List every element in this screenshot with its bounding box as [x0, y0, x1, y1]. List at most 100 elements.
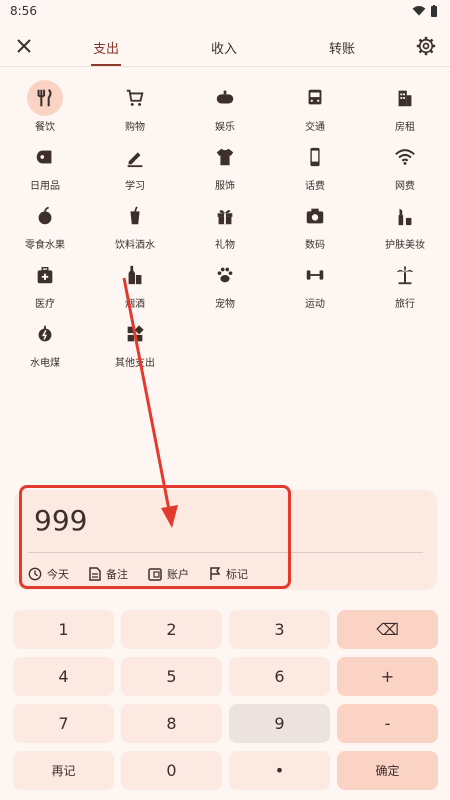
category-item[interactable]: 娱乐 — [180, 80, 270, 133]
decimal-point-button[interactable]: • — [229, 751, 330, 790]
shopping-cart-icon — [117, 80, 153, 116]
settings-button[interactable] — [414, 34, 438, 58]
category-label: 餐饮 — [35, 122, 55, 133]
backspace-button[interactable]: ⌫ — [337, 610, 438, 649]
category-item[interactable]: 旅行 — [360, 257, 450, 310]
tab-transfer[interactable]: 转账 — [312, 38, 372, 57]
category-label: 娱乐 — [215, 122, 235, 133]
key-9[interactable]: 9 — [229, 704, 330, 743]
category-item[interactable]: 饮料酒水 — [90, 198, 180, 251]
category-item[interactable]: 学习 — [90, 139, 180, 192]
amount-display[interactable]: 999 — [34, 504, 87, 537]
status-time: 8:56 — [10, 4, 37, 18]
close-button[interactable] — [12, 34, 36, 58]
date-button[interactable]: 今天 — [28, 566, 69, 582]
bus-icon — [297, 80, 333, 116]
category-item[interactable]: 礼物 — [180, 198, 270, 251]
tshirt-icon — [207, 139, 243, 175]
category-item[interactable]: 交通 — [270, 80, 360, 133]
category-label: 饮料酒水 — [115, 240, 155, 251]
category-label: 数码 — [305, 240, 325, 251]
key-1[interactable]: 1 — [13, 610, 114, 649]
category-item[interactable]: 零食水果 — [0, 198, 90, 251]
utility-icon — [27, 316, 63, 352]
category-label: 零食水果 — [25, 240, 65, 251]
backspace-icon: ⌫ — [376, 620, 399, 639]
key-6[interactable]: 6 — [229, 657, 330, 696]
gift-icon — [207, 198, 243, 234]
category-item[interactable]: 房租 — [360, 80, 450, 133]
note-icon — [89, 567, 101, 581]
category-label: 学习 — [125, 181, 145, 192]
battery-icon — [431, 4, 437, 17]
gear-icon — [416, 36, 436, 56]
note-button[interactable]: 备注 — [89, 566, 128, 582]
wallet-icon — [148, 567, 162, 581]
lipstick-icon — [387, 198, 423, 234]
close-icon — [17, 39, 31, 53]
category-label: 医疗 — [35, 299, 55, 310]
key-2[interactable]: 2 — [121, 610, 222, 649]
category-item[interactable]: 服饰 — [180, 139, 270, 192]
record-again-button[interactable]: 再记 — [13, 751, 114, 790]
building-icon — [387, 80, 423, 116]
top-bar: 支出 收入 转账 — [0, 28, 450, 68]
liquor-icon — [117, 257, 153, 293]
gamepad-icon — [207, 80, 243, 116]
category-label: 旅行 — [395, 299, 415, 310]
category-label: 日用品 — [30, 181, 60, 192]
category-item[interactable]: 烟酒 — [90, 257, 180, 310]
category-label: 运动 — [305, 299, 325, 310]
drink-cup-icon — [117, 198, 153, 234]
entry-meta-row: 今天 备注 账户 标记 — [28, 566, 248, 582]
confirm-button[interactable]: 确定 — [337, 751, 438, 790]
category-item[interactable]: 日用品 — [0, 139, 90, 192]
category-item[interactable]: 护肤美妆 — [360, 198, 450, 251]
category-label: 房租 — [395, 122, 415, 133]
clock-icon — [28, 567, 42, 581]
category-item[interactable]: 其他支出 — [90, 316, 180, 369]
category-label: 护肤美妆 — [385, 240, 425, 251]
category-label: 水电煤 — [30, 358, 60, 369]
other-grid-icon — [117, 316, 153, 352]
category-item[interactable]: 购物 — [90, 80, 180, 133]
key-3[interactable]: 3 — [229, 610, 330, 649]
category-label: 其他支出 — [115, 358, 155, 369]
category-item[interactable]: 话费 — [270, 139, 360, 192]
account-button[interactable]: 账户 — [148, 566, 189, 582]
category-label: 交通 — [305, 122, 325, 133]
category-item[interactable]: 网费 — [360, 139, 450, 192]
category-label: 服饰 — [215, 181, 235, 192]
wifi-status-icon — [412, 6, 426, 16]
category-item[interactable]: 宠物 — [180, 257, 270, 310]
status-bar: 8:56 — [0, 0, 450, 22]
tab-expense[interactable]: 支出 — [76, 38, 136, 66]
category-item[interactable]: 数码 — [270, 198, 360, 251]
category-label: 礼物 — [215, 240, 235, 251]
key-8[interactable]: 8 — [121, 704, 222, 743]
minus-button[interactable]: - — [337, 704, 438, 743]
flag-button[interactable]: 标记 — [209, 566, 248, 582]
category-item[interactable]: 运动 — [270, 257, 360, 310]
plus-button[interactable]: + — [337, 657, 438, 696]
category-item[interactable]: 餐饮 — [0, 80, 90, 133]
amount-entry-card: 999 今天 备注 账户 标记 — [14, 490, 437, 590]
apple-icon — [27, 198, 63, 234]
header-divider — [0, 66, 450, 67]
category-label: 烟酒 — [125, 299, 145, 310]
tab-income[interactable]: 收入 — [194, 38, 254, 57]
dumbbell-icon — [297, 257, 333, 293]
category-item[interactable]: 水电煤 — [0, 316, 90, 369]
category-label: 宠物 — [215, 299, 235, 310]
paw-icon — [207, 257, 243, 293]
key-4[interactable]: 4 — [13, 657, 114, 696]
key-5[interactable]: 5 — [121, 657, 222, 696]
key-7[interactable]: 7 — [13, 704, 114, 743]
pen-icon — [117, 139, 153, 175]
entry-divider — [28, 552, 423, 553]
restaurant-icon — [27, 80, 63, 116]
key-0[interactable]: 0 — [121, 751, 222, 790]
category-item[interactable]: 医疗 — [0, 257, 90, 310]
phone-icon — [297, 139, 333, 175]
camera-icon — [297, 198, 333, 234]
